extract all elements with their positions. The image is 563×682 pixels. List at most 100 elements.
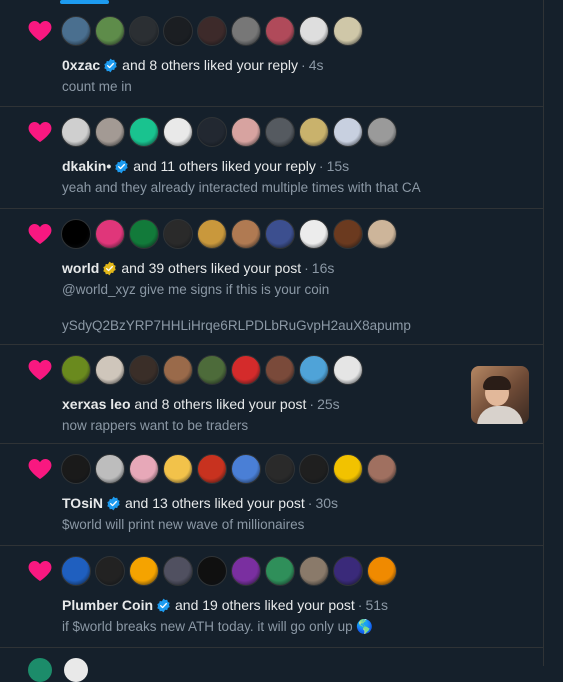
action-text: and 8 others liked your reply [122, 57, 299, 73]
avatar[interactable] [163, 117, 193, 147]
actor-name[interactable]: xerxas leo [62, 396, 131, 412]
avatar[interactable] [95, 556, 125, 586]
avatar[interactable] [367, 219, 397, 249]
time-separator: · [318, 158, 324, 174]
verified-badge-icon [153, 598, 175, 613]
liker-avatars [61, 16, 363, 46]
avatar[interactable] [129, 556, 159, 586]
notification-text: @world_xyz give me signs if this is your… [62, 282, 330, 297]
actor-name[interactable]: 0xzac [62, 57, 100, 73]
avatar[interactable] [95, 117, 125, 147]
avatar[interactable] [333, 454, 363, 484]
scrollbar[interactable] [543, 0, 563, 666]
avatar[interactable] [231, 556, 261, 586]
avatar[interactable] [163, 556, 193, 586]
avatar[interactable] [333, 556, 363, 586]
time-separator: · [309, 396, 315, 412]
avatar[interactable] [197, 454, 227, 484]
avatar[interactable] [231, 355, 261, 385]
timestamp[interactable]: 30s [315, 495, 338, 511]
notification-item[interactable]: world and 39 others liked your post · 16s @w… [0, 209, 543, 345]
avatar[interactable] [197, 117, 227, 147]
timestamp[interactable]: 25s [317, 396, 340, 412]
avatar[interactable] [61, 355, 91, 385]
avatar[interactable] [61, 454, 91, 484]
timestamp[interactable]: 4s [309, 57, 324, 73]
avatar[interactable] [265, 556, 295, 586]
avatar[interactable] [163, 219, 193, 249]
actor-name[interactable]: TOsiN [62, 495, 103, 511]
avatar[interactable] [95, 355, 125, 385]
avatar[interactable] [129, 355, 159, 385]
avatar[interactable] [231, 454, 261, 484]
avatar[interactable] [95, 219, 125, 249]
avatar[interactable] [163, 16, 193, 46]
notification-headline: 0xzac and 8 others liked your reply · 4s [62, 57, 324, 73]
avatar[interactable] [333, 16, 363, 46]
timestamp[interactable]: 15s [327, 158, 350, 174]
avatar[interactable] [129, 454, 159, 484]
avatar[interactable] [333, 219, 363, 249]
gold-verified-badge-icon [99, 261, 121, 276]
avatar[interactable] [265, 219, 295, 249]
avatar[interactable] [61, 16, 91, 46]
heart-icon [28, 359, 52, 381]
avatar[interactable] [299, 556, 329, 586]
liker-avatars [61, 117, 397, 147]
avatar[interactable] [299, 219, 329, 249]
avatar[interactable] [129, 16, 159, 46]
avatar[interactable] [333, 117, 363, 147]
avatar[interactable] [61, 117, 91, 147]
time-separator: · [301, 57, 306, 73]
avatar[interactable] [333, 355, 363, 385]
avatar[interactable] [265, 16, 295, 46]
action-text: and 39 others liked your post [121, 260, 302, 276]
notification-item[interactable]: dkakin• and 11 others liked your reply · 15… [0, 107, 543, 209]
avatar[interactable] [265, 454, 295, 484]
avatar[interactable] [231, 117, 261, 147]
notification-text: $world will print new wave of millionair… [62, 517, 305, 532]
actor-name[interactable]: dkakin• [62, 158, 111, 174]
heart-icon [28, 560, 52, 582]
notification-item[interactable]: 0xzac and 8 others liked your reply · 4s cou… [0, 6, 543, 107]
actor-name[interactable]: Plumber Coin [62, 597, 153, 613]
avatar[interactable] [299, 454, 329, 484]
avatar[interactable] [231, 16, 261, 46]
avatar[interactable] [197, 556, 227, 586]
avatar[interactable] [367, 117, 397, 147]
heart-icon [28, 458, 52, 480]
notification-item[interactable]: TOsiN and 13 others liked your post · 30s $w… [0, 444, 543, 546]
notification-item[interactable]: xerxas leo and 8 others liked your post ·… [0, 345, 543, 444]
avatar[interactable] [265, 117, 295, 147]
avatar[interactable] [163, 454, 193, 484]
avatar[interactable] [197, 355, 227, 385]
notification-text: ySdyQ2BzYRP7HHLiHrqe6RLPDLbRuGvpH2auX8ap… [62, 318, 411, 333]
avatar[interactable] [61, 556, 91, 586]
timestamp[interactable]: 51s [365, 597, 388, 613]
avatar[interactable] [197, 16, 227, 46]
timestamp[interactable]: 16s [312, 260, 335, 276]
heart-icon [28, 223, 52, 245]
avatar[interactable] [61, 219, 91, 249]
avatar[interactable] [299, 117, 329, 147]
notification-headline: TOsiN and 13 others liked your post · 30s [62, 495, 338, 511]
avatar[interactable] [367, 454, 397, 484]
heart-icon [28, 658, 52, 682]
avatar[interactable] [265, 355, 295, 385]
post-media-thumbnail[interactable] [471, 366, 529, 424]
avatar[interactable] [299, 16, 329, 46]
heart-icon [28, 121, 52, 143]
avatar[interactable] [95, 454, 125, 484]
avatar[interactable] [299, 355, 329, 385]
avatar[interactable] [367, 556, 397, 586]
notification-item[interactable]: Plumber Coin and 19 others liked your pos… [0, 546, 543, 648]
avatar[interactable] [129, 219, 159, 249]
avatar[interactable] [95, 16, 125, 46]
liker-avatars [61, 454, 397, 484]
avatar[interactable] [231, 219, 261, 249]
avatar[interactable] [64, 658, 88, 682]
avatar[interactable] [129, 117, 159, 147]
actor-name[interactable]: world [62, 260, 99, 276]
avatar[interactable] [197, 219, 227, 249]
avatar[interactable] [163, 355, 193, 385]
